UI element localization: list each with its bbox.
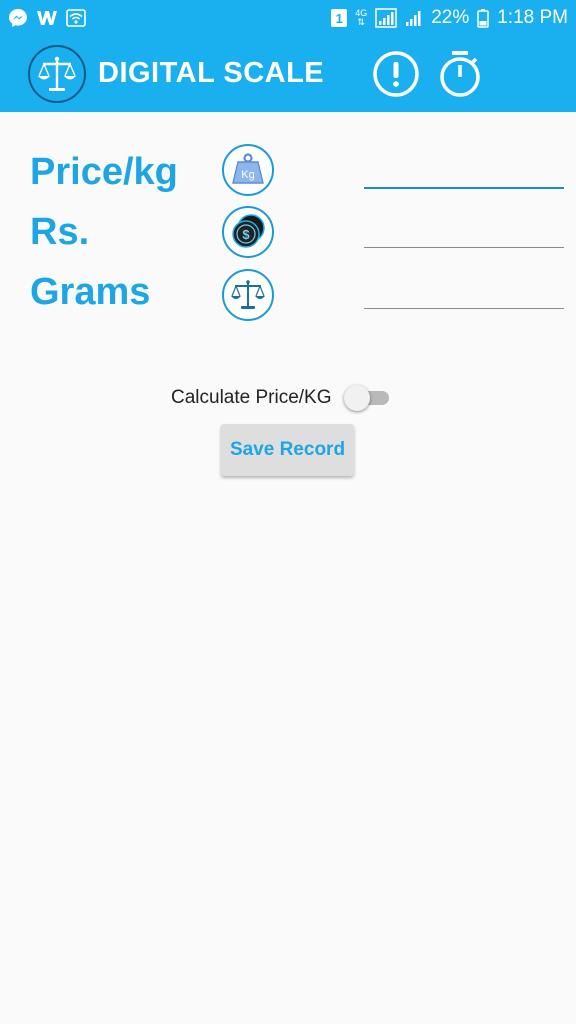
battery-icon <box>477 8 489 28</box>
info-icon <box>373 51 419 97</box>
calculate-toggle-row: Calculate Price/KG <box>0 382 576 414</box>
signal-strength-2-icon <box>405 8 423 28</box>
svg-text:$: $ <box>242 227 250 242</box>
signal-strength-icon <box>375 8 397 28</box>
scale-logo-icon <box>28 45 86 103</box>
grams-label: Grams <box>30 271 151 313</box>
status-left-icons <box>8 8 86 28</box>
rupees-row: Rs. $ <box>0 203 576 263</box>
wifi-icon <box>66 8 86 28</box>
switch-thumb <box>344 385 370 411</box>
timer-icon <box>440 51 480 97</box>
app-title: DIGITAL SCALE <box>98 57 325 89</box>
calculate-price-switch[interactable] <box>343 384 391 412</box>
price-per-kg-label: Price/kg <box>30 151 178 193</box>
status-right-icons: 1 4G ⇅ 22% 1:18 PM <box>331 7 568 29</box>
rupees-input[interactable] <box>364 218 564 248</box>
sim-badge: 1 <box>331 9 348 27</box>
w-app-icon <box>36 8 58 28</box>
rupees-label: Rs. <box>30 211 90 253</box>
price-per-kg-row: Price/kg Kg <box>0 142 576 202</box>
calculate-toggle-label: Calculate Price/KG <box>171 387 332 408</box>
app-bar: DIGITAL SCALE <box>0 36 576 112</box>
save-record-button[interactable]: Save Record <box>221 424 354 476</box>
network-type-icon: 4G ⇅ <box>355 9 367 27</box>
info-button[interactable] <box>371 49 421 99</box>
data-arrows-icon: ⇅ <box>357 17 365 27</box>
svg-text:Kg: Kg <box>241 169 254 181</box>
grams-input[interactable] <box>364 279 564 309</box>
grams-row: Grams <box>0 263 576 323</box>
battery-percent: 22% <box>431 7 470 28</box>
balance-scale-icon <box>222 269 274 321</box>
messenger-icon <box>8 8 28 28</box>
coins-icon: $ <box>222 206 274 258</box>
timer-button[interactable] <box>435 49 485 99</box>
kg-weight-icon: Kg <box>222 144 274 196</box>
status-bar: 1 4G ⇅ 22% 1:18 PM <box>0 0 576 36</box>
price-per-kg-input[interactable] <box>364 159 564 189</box>
status-time: 1:18 PM <box>497 7 568 28</box>
